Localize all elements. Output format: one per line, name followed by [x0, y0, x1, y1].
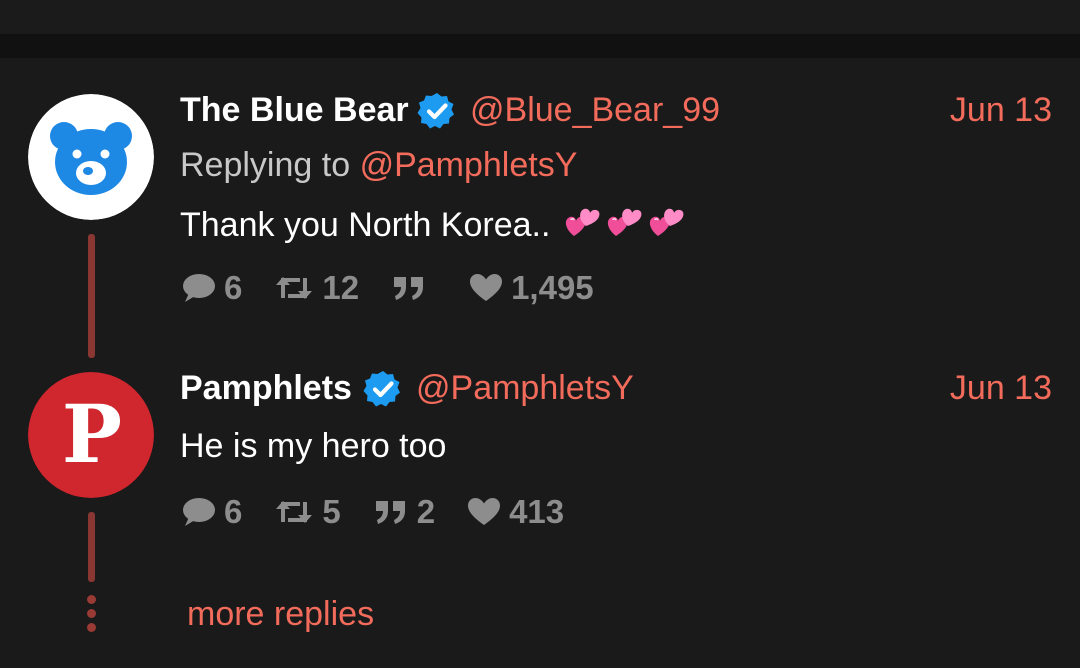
tweet-date[interactable]: Jun 13	[950, 90, 1052, 130]
comment-icon	[183, 274, 215, 302]
more-replies-link[interactable]: more replies	[187, 594, 374, 634]
like-count: 1,495	[511, 269, 594, 306]
heart-icon	[468, 498, 501, 525]
quote-icon	[394, 277, 424, 300]
two-hearts-emoji-icon	[604, 202, 644, 251]
tweet-date[interactable]: Jun 13	[950, 368, 1052, 408]
tweet-text: He is my hero too	[180, 427, 447, 465]
tweet-actions: 6 12 1,495	[180, 268, 626, 308]
section-separator	[0, 34, 1080, 58]
user-handle[interactable]: @PamphletsY	[416, 368, 634, 408]
quote-action[interactable]: 2	[373, 493, 435, 531]
like-action[interactable]: 413	[467, 493, 564, 531]
display-name[interactable]: Pamphlets	[180, 368, 352, 408]
comment-icon	[183, 498, 215, 526]
reply-thread: The Blue Bear @Blue_Bear_99 Jun 13 Reply…	[0, 58, 1080, 668]
verified-badge-icon	[417, 93, 454, 129]
avatar-blue-bear[interactable]	[28, 94, 154, 220]
quote-icon	[375, 501, 405, 524]
like-action[interactable]: 1,495	[469, 269, 594, 307]
two-hearts-emoji-icon	[646, 202, 686, 251]
svg-text:P: P	[62, 387, 122, 481]
user-handle[interactable]: @Blue_Bear_99	[470, 90, 720, 130]
retweet-icon	[276, 501, 313, 523]
reply-action[interactable]: 6	[180, 493, 242, 531]
retweet-count: 5	[322, 493, 341, 530]
quote-count: 2	[416, 493, 436, 530]
blue-bear-icon	[28, 94, 154, 220]
verified-badge-icon	[363, 371, 400, 407]
two-hearts-emoji-icon	[562, 202, 602, 251]
replying-to-mention[interactable]: @PamphletsY	[360, 146, 578, 184]
retweet-icon	[276, 277, 313, 299]
retweet-action[interactable]: 12	[274, 269, 359, 307]
reply-count: 6	[224, 269, 243, 306]
thread-connector-line	[88, 512, 95, 582]
replying-to-label: Replying to	[180, 146, 351, 184]
thread-connector-line	[88, 234, 95, 358]
tweet-text: Thank you North Korea..	[180, 206, 551, 244]
reply-count: 6	[224, 493, 243, 530]
heart-icon	[470, 274, 503, 301]
reply-action[interactable]: 6	[180, 269, 242, 307]
previous-item-strip	[0, 0, 1080, 34]
like-count: 413	[509, 493, 565, 530]
retweet-action[interactable]: 5	[274, 493, 341, 531]
replying-to-line: Replying to @PamphletsY	[180, 145, 577, 185]
tweet-actions: 6 5 2 413	[180, 492, 596, 532]
letter-p-icon: P	[28, 372, 154, 498]
quote-action[interactable]	[391, 274, 435, 302]
retweet-count: 12	[322, 269, 360, 306]
display-name[interactable]: The Blue Bear	[180, 90, 409, 130]
avatar-pamphlets[interactable]: P	[28, 372, 154, 498]
tweet-text-line: Thank you North Korea..	[180, 202, 686, 251]
